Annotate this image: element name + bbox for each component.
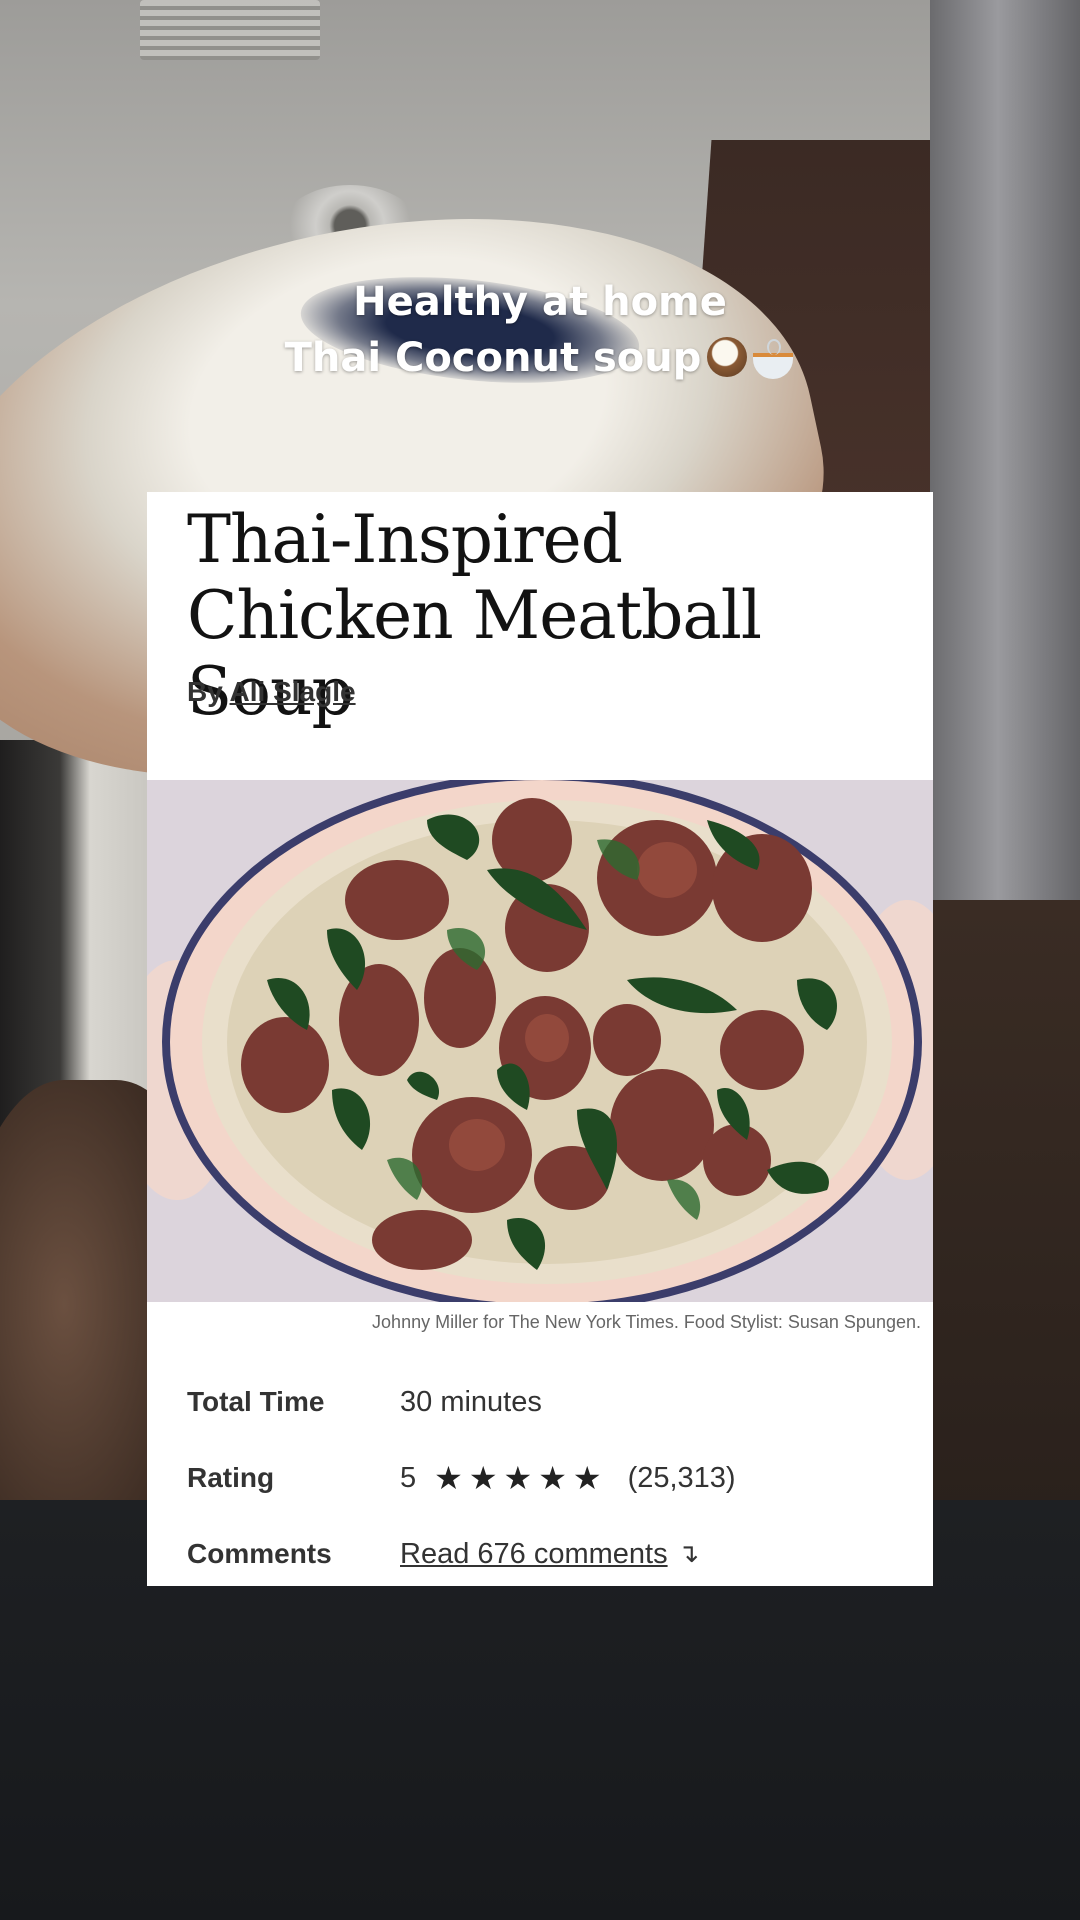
- star-icon: ★★★★★: [434, 1459, 608, 1497]
- rating-value-group: 5 ★★★★★ (25,313): [400, 1459, 736, 1497]
- rating-value: 5: [400, 1461, 417, 1494]
- comments-row: Comments Read 676 comments ↴: [187, 1516, 907, 1592]
- video-caption: Healthy at home Thai Coconut soup: [0, 274, 1080, 386]
- recipe-photo: [147, 780, 933, 1302]
- recipe-card: Thai-Inspired Chicken Meatball Soup By A…: [147, 492, 933, 1586]
- comments-label: Comments: [187, 1538, 332, 1569]
- read-comments-link[interactable]: Read 676 comments: [400, 1538, 668, 1571]
- caption-line-2: Thai Coconut soup: [0, 330, 1080, 386]
- recipe-details: Total Time 30 minutes Rating 5 ★★★★★ (25…: [187, 1364, 907, 1592]
- total-time-row: Total Time 30 minutes: [187, 1364, 907, 1440]
- total-time-label: Total Time: [187, 1386, 325, 1417]
- recipe-byline: By Ali Slagle: [187, 676, 356, 708]
- soup-bowl-emoji-icon: [751, 337, 795, 379]
- arrow-down-icon[interactable]: ↴: [678, 1539, 700, 1569]
- rating-row: Rating 5 ★★★★★ (25,313): [187, 1440, 907, 1516]
- ceiling-vent: [140, 0, 320, 60]
- photo-credit: Johnny Miller for The New York Times. Fo…: [372, 1312, 921, 1332]
- caption-line-2-text: Thai Coconut soup: [284, 335, 702, 381]
- byline-prefix: By: [187, 676, 223, 707]
- coconut-emoji-icon: [707, 337, 748, 377]
- comments-value: Read 676 comments ↴: [400, 1538, 699, 1571]
- rating-label: Rating: [187, 1462, 275, 1493]
- meatball-soup-image: [147, 780, 933, 1302]
- total-time-value: 30 minutes: [400, 1385, 542, 1418]
- caption-line-1: Healthy at home: [353, 279, 727, 325]
- fridge: [930, 0, 1080, 1000]
- rating-count: (25,313): [627, 1461, 736, 1494]
- author-link[interactable]: Ali Slagle: [230, 676, 356, 707]
